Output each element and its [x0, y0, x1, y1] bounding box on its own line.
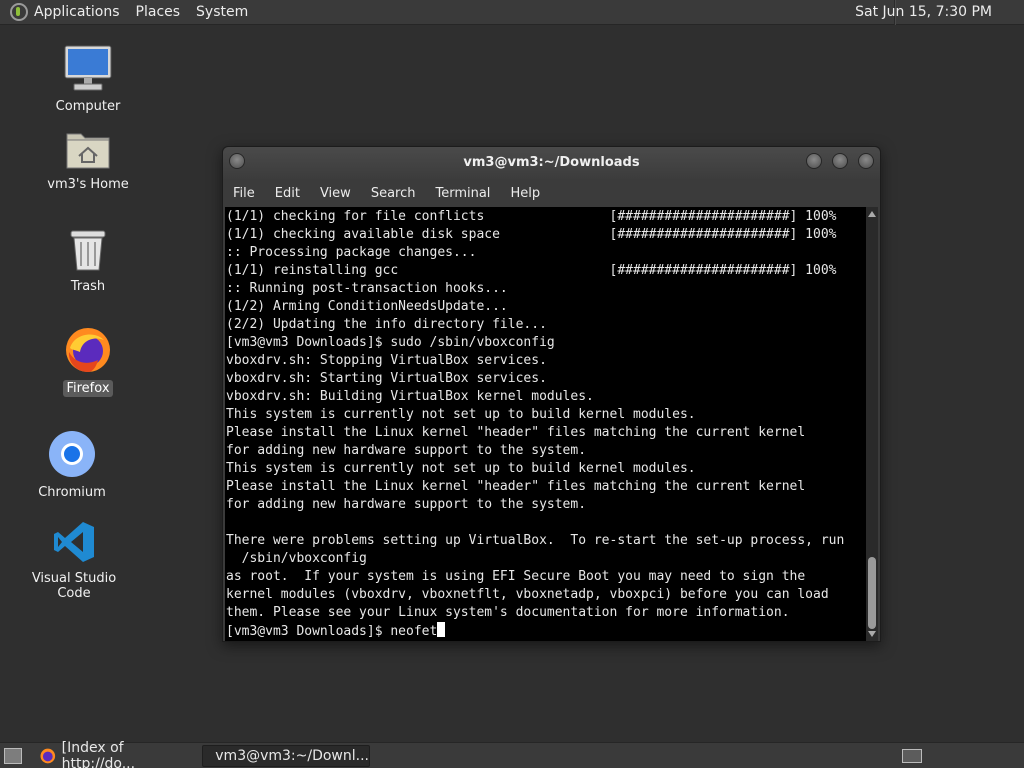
desktop-icon-label: Chromium [38, 485, 106, 500]
show-desktop-icon[interactable] [4, 748, 22, 764]
applications-menu[interactable]: Applications [34, 4, 120, 20]
clock[interactable]: Sat Jun 15, 7:30 PM [855, 4, 992, 20]
computer-icon [62, 44, 114, 92]
desktop-icon-label: Visual Studio Code [31, 571, 117, 601]
bottom-panel: [Index of http://do... vm3@vm3:~/Downl..… [0, 740, 1024, 768]
terminal-line: vboxdrv.sh: Starting VirtualBox services… [226, 371, 547, 386]
terminal-line: vboxdrv.sh: Building VirtualBox kernel m… [226, 389, 594, 404]
scroll-up-arrow-icon[interactable] [868, 211, 876, 217]
window-title: vm3@vm3:~/Downloads [463, 155, 640, 170]
close-button[interactable] [858, 153, 874, 169]
desktop-icon-label: vm3's Home [47, 177, 129, 192]
menu-view[interactable]: View [320, 186, 351, 201]
terminal-output[interactable]: (1/1) checking for file conflicts [#####… [225, 207, 868, 641]
taskbar-item-terminal[interactable]: vm3@vm3:~/Downl... [202, 745, 370, 767]
home-folder-icon [65, 128, 111, 170]
taskbar-item-label: vm3@vm3:~/Downl... [215, 748, 369, 764]
terminal-prompt-text: [vm3@vm3 Downloads]$ neofet [226, 624, 438, 639]
terminal-line: Please install the Linux kernel "header"… [226, 425, 806, 440]
terminal-line: them. Please see your Linux system's doc… [226, 605, 790, 620]
vscode-icon [52, 520, 96, 564]
taskbar-item-firefox[interactable]: [Index of http://do... [34, 740, 198, 768]
desktop-icon-label: Trash [70, 279, 106, 294]
scroll-down-arrow-icon[interactable] [868, 631, 876, 637]
workspace-switcher[interactable] [902, 749, 922, 763]
text-cursor [437, 622, 446, 637]
desktop-icon-label: Computer [55, 99, 121, 114]
firefox-icon [40, 748, 56, 764]
menu-terminal[interactable]: Terminal [435, 186, 490, 201]
trash-icon [68, 228, 108, 272]
terminal-menubar: File Edit View Search Terminal Help [223, 179, 880, 207]
terminal-prompt-line[interactable]: [vm3@vm3 Downloads]$ neofet [226, 622, 868, 640]
desktop-icon-home[interactable]: vm3's Home [28, 128, 148, 193]
terminal-line: /sbin/vboxconfig [226, 551, 367, 566]
terminal-line: [vm3@vm3 Downloads]$ sudo /sbin/vboxconf… [226, 335, 555, 350]
terminal-line: (1/1) checking for file conflicts [#####… [226, 209, 837, 224]
desktop-icon-firefox[interactable]: Firefox [28, 326, 148, 397]
terminal-line: This system is currently not set up to b… [226, 407, 696, 422]
menu-edit[interactable]: Edit [275, 186, 300, 201]
taskbar-item-label: [Index of http://do... [61, 740, 136, 768]
terminal-line: vboxdrv.sh: Stopping VirtualBox services… [226, 353, 547, 368]
terminal-line: (1/2) Arming ConditionNeedsUpdate... [226, 299, 508, 314]
menu-file[interactable]: File [233, 186, 255, 201]
terminal-line: for adding new hardware support to the s… [226, 443, 587, 458]
terminal-line: kernel modules (vboxdrv, vboxnetflt, vbo… [226, 587, 829, 602]
distro-logo-icon[interactable] [10, 3, 28, 21]
window-titlebar[interactable]: vm3@vm3:~/Downloads [223, 147, 880, 179]
places-menu[interactable]: Places [136, 4, 181, 20]
terminal-line: (2/2) Updating the info directory file..… [226, 317, 547, 332]
terminal-window[interactable]: vm3@vm3:~/Downloads File Edit View Searc… [222, 146, 881, 642]
system-menu[interactable]: System [196, 4, 248, 20]
scrollbar-thumb[interactable] [868, 557, 876, 629]
minimize-button[interactable] [806, 153, 822, 169]
terminal-line: (1/1) reinstalling gcc [################… [226, 263, 837, 278]
desktop-icon-chromium[interactable]: Chromium [12, 430, 132, 501]
top-panel: Applications Places System Sat Jun 15, 7… [0, 0, 1024, 25]
terminal-scrollbar[interactable] [866, 207, 878, 641]
terminal-line: This system is currently not set up to b… [226, 461, 696, 476]
maximize-button[interactable] [832, 153, 848, 169]
desktop-icon-label: Firefox [63, 380, 113, 397]
desktop-icon-trash[interactable]: Trash [28, 228, 148, 295]
desktop-icon-computer[interactable]: Computer [28, 44, 148, 115]
terminal-line: as root. If your system is using EFI Sec… [226, 569, 806, 584]
terminal-line: :: Processing package changes... [226, 245, 477, 260]
terminal-line: (1/1) checking available disk space [###… [226, 227, 837, 242]
terminal-line: for adding new hardware support to the s… [226, 497, 587, 512]
desktop-icon-vscode[interactable]: Visual Studio Code [14, 520, 134, 602]
terminal-line: :: Running post-transaction hooks... [226, 281, 508, 296]
firefox-icon [64, 326, 112, 374]
menu-help[interactable]: Help [510, 186, 540, 201]
menu-search[interactable]: Search [371, 186, 416, 201]
chromium-icon [48, 430, 96, 478]
terminal-line: Please install the Linux kernel "header"… [226, 479, 806, 494]
terminal-line: There were problems setting up VirtualBo… [226, 533, 845, 548]
